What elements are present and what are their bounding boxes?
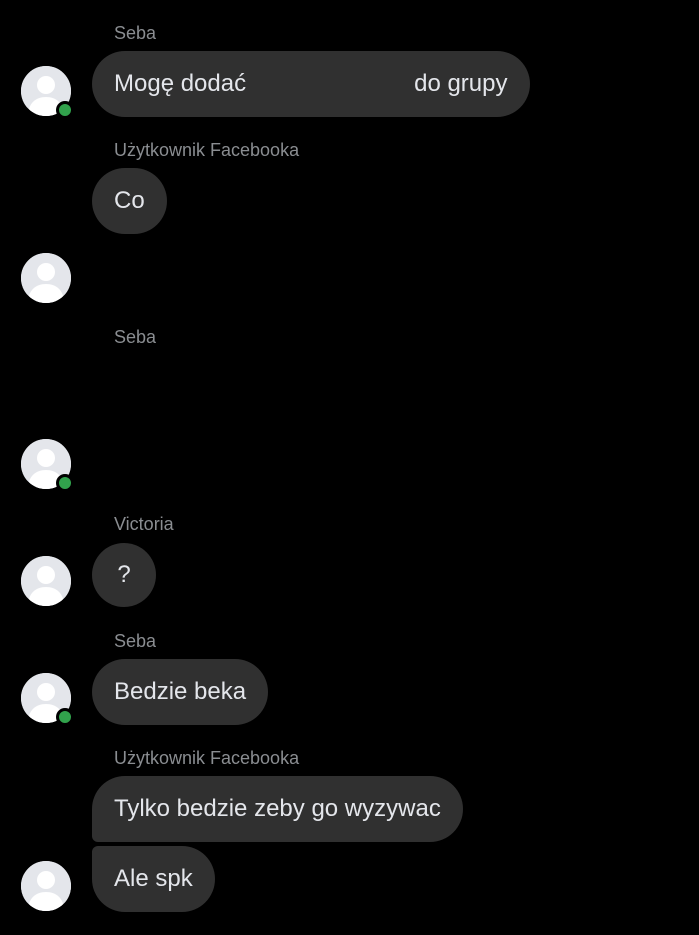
default-profile-icon — [21, 253, 71, 303]
default-profile-icon — [21, 861, 71, 911]
sender-name: Użytkownik Facebooka — [114, 748, 300, 768]
sender-name: Seba — [114, 631, 157, 651]
message-text-start: Mogę dodać — [114, 70, 247, 97]
default-profile-icon — [21, 556, 71, 606]
message-text: Ale spk — [114, 865, 193, 892]
online-status-dot — [56, 101, 74, 119]
sender-name: Seba — [114, 327, 157, 347]
sender-name: Victoria — [114, 514, 174, 534]
message-bubble[interactable]: Ale spk — [92, 846, 215, 912]
online-status-dot — [56, 708, 74, 726]
message-text: Tylko bedzie zeby go wyzywac — [114, 795, 441, 822]
message-bubble[interactable]: ? — [92, 543, 156, 607]
message-text: Co — [114, 187, 145, 214]
avatar[interactable] — [21, 861, 71, 911]
avatar[interactable] — [21, 66, 74, 119]
message-bubble[interactable]: Co — [92, 168, 167, 234]
message-text-end: do grupy — [414, 70, 508, 97]
sender-name: Użytkownik Facebooka — [114, 140, 300, 160]
message-text: Bedzie beka — [114, 678, 247, 705]
online-status-dot — [56, 474, 74, 492]
message-text: ? — [117, 561, 131, 588]
message-bubble[interactable]: Tylko bedzie zeby go wyzywac — [92, 776, 463, 842]
message-bubble[interactable]: Bedzie beka — [92, 659, 269, 725]
sender-name: Seba — [114, 23, 157, 43]
avatar[interactable] — [21, 556, 71, 606]
message-bubble[interactable]: Mogę dodać do grupy — [92, 51, 530, 117]
avatar[interactable] — [21, 439, 74, 492]
avatar[interactable] — [21, 253, 71, 303]
avatar[interactable] — [21, 673, 74, 726]
